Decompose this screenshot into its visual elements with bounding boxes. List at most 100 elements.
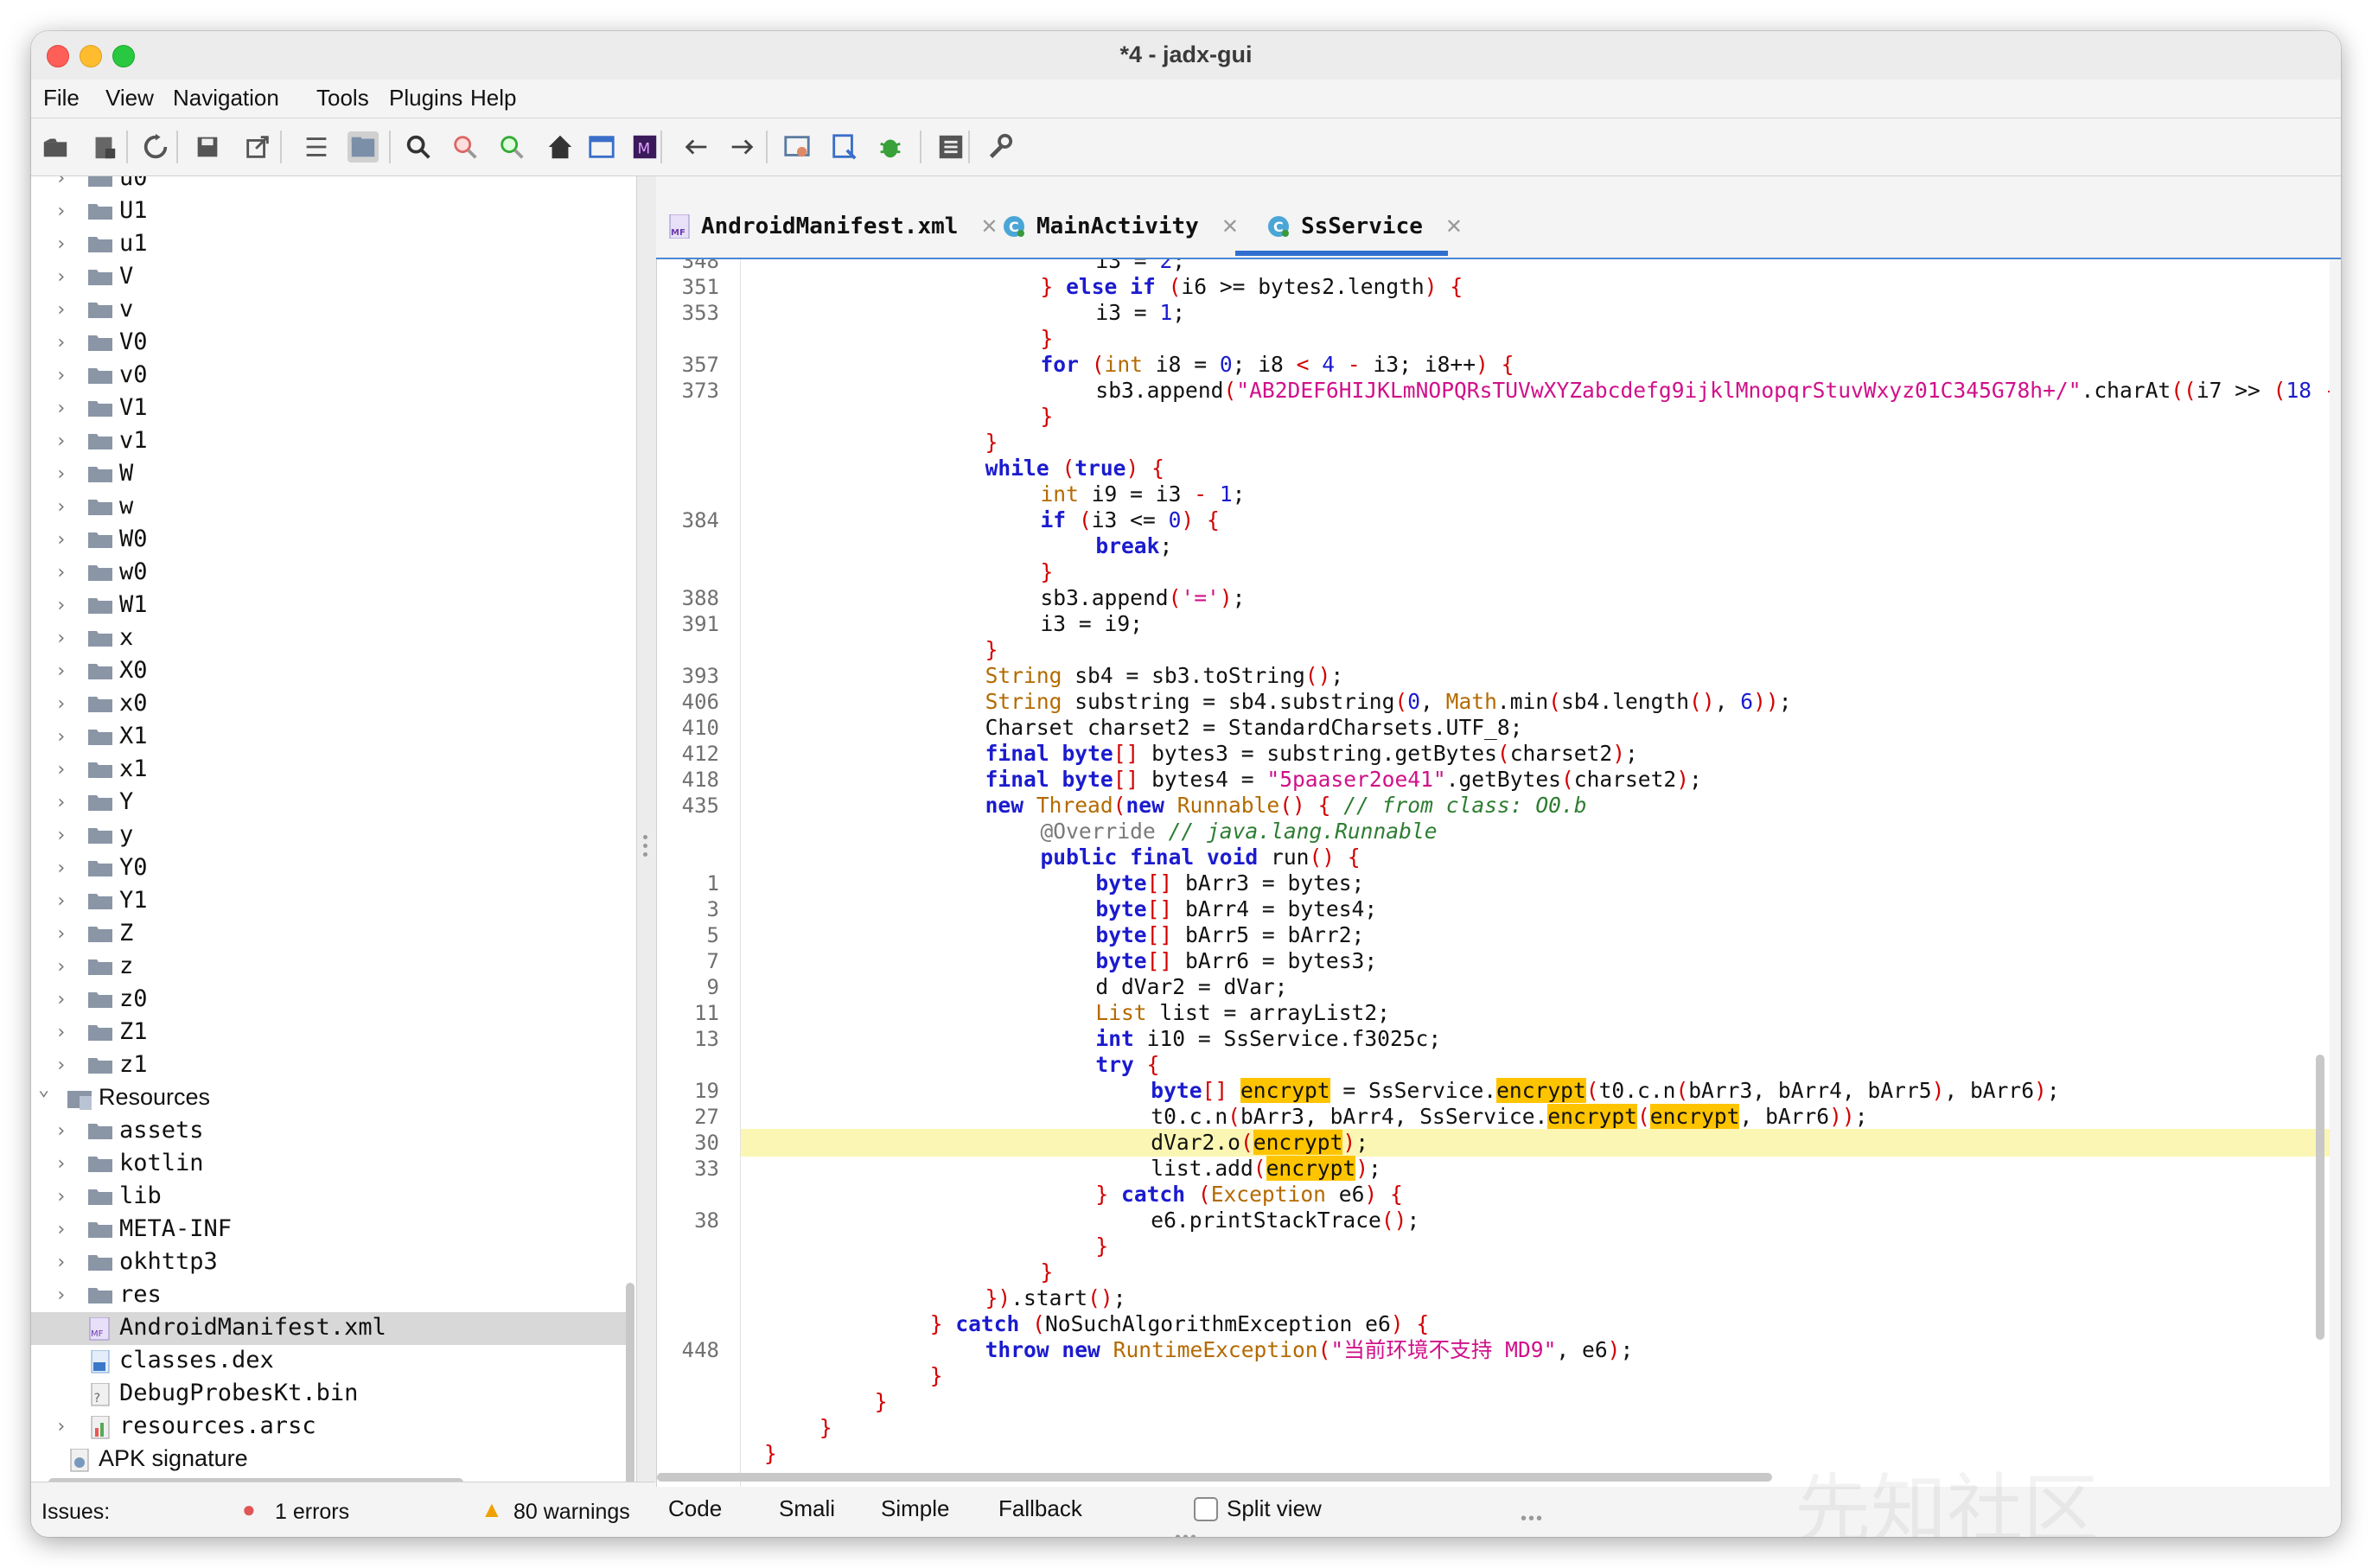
tree-item-z0[interactable]: › z0 xyxy=(31,984,628,1017)
tree-item-v[interactable]: › v xyxy=(31,294,628,327)
errors-count[interactable]: 1 errors xyxy=(275,1500,349,1525)
tree-item-y0[interactable]: › Y0 xyxy=(31,852,628,885)
chevron-right-icon[interactable]: › xyxy=(55,1186,67,1208)
chevron-right-icon[interactable]: › xyxy=(55,759,67,781)
chevron-right-icon[interactable]: › xyxy=(55,956,67,978)
chevron-right-icon[interactable]: › xyxy=(55,562,67,583)
code-line[interactable]: final byte[] bytes4 = "5paaser2oe41".get… xyxy=(985,767,1702,793)
view-tab-fallback[interactable]: Fallback xyxy=(998,1495,1082,1522)
code-line[interactable]: i3 = 2; xyxy=(1095,259,1185,274)
tab-mainactivity[interactable]: C MainActivity ✕ xyxy=(1002,199,1239,254)
view-tab-code[interactable]: Code xyxy=(668,1495,722,1522)
quick-tabs-icon[interactable] xyxy=(348,131,379,163)
code-editor[interactable]: 348 351 353 357 373 384 388 391 393 406 410 412 418 4… xyxy=(656,259,2330,1487)
code-line[interactable]: byte[] bArr4 = bytes4; xyxy=(1095,896,1377,922)
code-line[interactable]: e6.printStackTrace(); xyxy=(1151,1208,1419,1233)
tree-item-v[interactable]: › V xyxy=(31,261,628,294)
tree-item-z1[interactable]: › Z1 xyxy=(31,1017,628,1049)
chevron-right-icon[interactable]: › xyxy=(55,595,67,616)
back-icon[interactable] xyxy=(681,131,712,163)
save-icon[interactable] xyxy=(192,131,223,163)
tab-ssservice[interactable]: C SsService ✕ xyxy=(1266,199,1463,254)
chevron-right-icon[interactable]: › xyxy=(55,430,67,452)
menu-help[interactable]: Help xyxy=(470,85,516,112)
tree-item-okhttp3[interactable]: › okhttp3 xyxy=(31,1246,628,1279)
code-line[interactable]: d dVar2 = dVar; xyxy=(1095,974,1287,1000)
tree-item-androidmanifest-xml[interactable]: MF AndroidManifest.xml xyxy=(31,1312,628,1345)
tree-item-w0[interactable]: › w0 xyxy=(31,557,628,590)
chevron-right-icon[interactable]: › xyxy=(55,1120,67,1142)
tree-item-u1[interactable]: › U1 xyxy=(31,195,628,228)
debugger-icon[interactable] xyxy=(875,131,906,163)
tree-item-v1[interactable]: › V1 xyxy=(31,392,628,425)
chevron-right-icon[interactable]: › xyxy=(55,398,67,419)
split-view-checkbox[interactable] xyxy=(1194,1497,1218,1521)
code-line[interactable]: Charset charset2 = StandardCharsets.UTF_… xyxy=(985,715,1523,741)
chevron-right-icon[interactable]: › xyxy=(55,989,67,1010)
code-line[interactable]: throw new RuntimeException("当前环境不支持 MD9"… xyxy=(985,1337,1634,1363)
tree-item-x1[interactable]: › x1 xyxy=(31,754,628,787)
tree-item-meta-inf[interactable]: › META-INF xyxy=(31,1214,628,1246)
close-tab-icon[interactable]: ✕ xyxy=(1221,214,1239,239)
tree-item-debugprobeskt-bin[interactable]: ? DebugProbesKt.bin xyxy=(31,1378,628,1411)
tree-item-v1[interactable]: › v1 xyxy=(31,425,628,458)
mapping-icon[interactable]: M xyxy=(629,131,660,163)
tree-item-x0[interactable]: › X0 xyxy=(31,655,628,688)
chevron-right-icon[interactable]: › xyxy=(55,693,67,715)
tab-androidmanifest-xml[interactable]: MF AndroidManifest.xml ✕ xyxy=(668,199,998,254)
code-line[interactable]: new Thread(new Runnable() { // from clas… xyxy=(985,793,1587,819)
tree-item-w0[interactable]: › W0 xyxy=(31,524,628,557)
deobfuscation-icon[interactable] xyxy=(586,131,617,163)
code-line[interactable]: } xyxy=(985,637,998,663)
chevron-right-icon[interactable]: › xyxy=(55,792,67,813)
code-line[interactable]: byte[] bArr5 = bArr2; xyxy=(1095,922,1364,948)
tree-item-resources-arsc[interactable]: › resources.arsc xyxy=(31,1411,628,1444)
chevron-right-icon[interactable]: › xyxy=(55,176,67,189)
code-line[interactable]: if (i3 <= 0) { xyxy=(1041,507,1220,533)
sync-icon[interactable] xyxy=(140,131,171,163)
tree-item-w1[interactable]: › W1 xyxy=(31,590,628,622)
code-line[interactable]: } xyxy=(985,430,998,456)
code-line[interactable]: String sb4 = sb3.toString(); xyxy=(985,663,1344,689)
chevron-right-icon[interactable]: › xyxy=(55,825,67,846)
code-line[interactable]: } xyxy=(764,1441,777,1467)
log-viewer-icon[interactable] xyxy=(781,131,813,163)
chevron-right-icon[interactable]: › xyxy=(55,1022,67,1043)
tree-item-w[interactable]: › W xyxy=(31,458,628,491)
view-tab-simple[interactable]: Simple xyxy=(881,1495,949,1522)
tree-item-z[interactable]: › Z xyxy=(31,918,628,951)
code-line[interactable]: list.add(encrypt); xyxy=(1151,1156,1381,1182)
tree-item-u0[interactable]: › u0 xyxy=(31,176,628,195)
code-line[interactable]: } else if (i6 >= bytes2.length) { xyxy=(1041,274,1463,300)
code-line[interactable]: } xyxy=(1095,1233,1108,1259)
code-line[interactable]: dVar2.o(encrypt); xyxy=(1151,1130,1368,1156)
code-line[interactable]: byte[] encrypt = SsService.encrypt(t0.c.… xyxy=(1151,1078,2060,1104)
chevron-right-icon[interactable]: › xyxy=(55,1219,67,1240)
code-line[interactable]: int i9 = i3 - 1; xyxy=(1041,481,1246,507)
tree-item-assets[interactable]: › assets xyxy=(31,1115,628,1148)
tree-item-z[interactable]: › z xyxy=(31,951,628,984)
code-line[interactable]: } catch (NoSuchAlgorithmException e6) { xyxy=(930,1311,1430,1337)
code-line[interactable]: final byte[] bytes3 = substring.getBytes… xyxy=(985,741,1638,767)
code-line[interactable]: int i10 = SsService.f3025c; xyxy=(1095,1026,1441,1052)
close-tab-icon[interactable]: ✕ xyxy=(980,214,998,239)
tree-vertical-scrollbar[interactable] xyxy=(626,1283,634,1482)
chevron-right-icon[interactable]: › xyxy=(55,660,67,682)
editor-horizontal-scrollbar[interactable] xyxy=(657,1473,1772,1482)
code-line[interactable]: } xyxy=(875,1389,888,1415)
tree-item-x1[interactable]: › X1 xyxy=(31,721,628,754)
split-view-label[interactable]: Split view xyxy=(1227,1495,1322,1522)
chevron-right-icon[interactable]: › xyxy=(55,1252,67,1273)
tree-item-y[interactable]: › y xyxy=(31,819,628,852)
chevron-right-icon[interactable]: › xyxy=(55,233,67,255)
code-line[interactable]: }).start(); xyxy=(985,1285,1126,1311)
search-icon[interactable] xyxy=(403,131,434,163)
menu-tools[interactable]: Tools xyxy=(316,85,369,112)
menu-plugins[interactable]: Plugins xyxy=(389,85,462,112)
tree-item-lib[interactable]: › lib xyxy=(31,1181,628,1214)
tree-item-kotlin[interactable]: › kotlin xyxy=(31,1148,628,1181)
code-line[interactable]: public final void run() { xyxy=(1041,845,1361,870)
chevron-right-icon[interactable]: › xyxy=(55,923,67,945)
code-line[interactable]: break; xyxy=(1095,533,1172,559)
menu-file[interactable]: File xyxy=(43,85,80,112)
